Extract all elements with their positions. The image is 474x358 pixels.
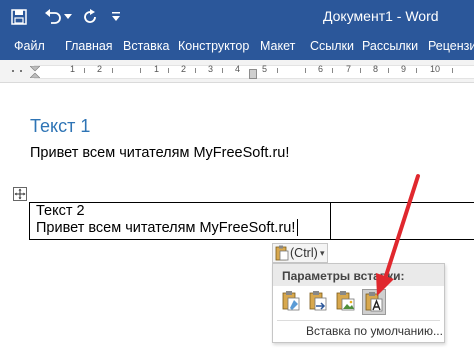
tab-file[interactable]: Файл [14,39,45,53]
merge-formatting-icon[interactable] [307,289,331,315]
ruler-number: 8 [373,64,379,74]
save-icon[interactable] [8,0,30,34]
ruler-number: 5 [262,64,268,74]
ruler-number: 1 [70,64,76,74]
chevron-down-icon: ▾ [320,248,325,258]
undo-dropdown-icon[interactable] [63,0,73,34]
horizontal-ruler[interactable]: 1 2 1 2 3 4 5 6 7 8 9 10 [0,60,474,83]
table-move-handle-icon[interactable] [13,187,27,201]
ruler-number: 7 [346,64,352,74]
paste-options-header-text: Параметры вставки: [282,269,405,283]
indent-marker-icon[interactable] [29,65,41,83]
tab-mailings[interactable]: Рассылки [362,39,418,53]
table-column-divider[interactable] [330,203,331,239]
ruler-number: 10 [430,64,441,74]
undo-icon[interactable] [42,0,64,34]
ruler-number: 6 [318,64,324,74]
tab-design[interactable]: Конструктор [178,39,249,53]
text-cursor [297,219,298,236]
ruler-number: 4 [235,64,241,74]
document-heading[interactable]: Текст 1 [30,116,90,137]
ruler-number: 2 [97,64,103,74]
paste-options-menu: Параметры вставки: Вставка по умолчанию.… [272,263,445,343]
tab-insert[interactable]: Вставка [123,39,169,53]
clipboard-icon [275,245,289,261]
document-paragraph[interactable]: Привет всем читателям MyFreeSoft.ru! [30,145,289,161]
tab-review[interactable]: Рецензи [428,39,474,53]
keep-text-only-icon[interactable] [362,289,386,315]
window-title: Документ1 - Word [323,8,439,24]
table-cell-text[interactable]: Привет всем читателям MyFreeSoft.ru! [36,220,295,236]
tab-layout[interactable]: Макет [260,39,295,53]
redo-icon[interactable] [80,0,100,34]
set-default-paste-link[interactable]: Вставка по умолчанию... [306,324,443,338]
paste-options-button[interactable]: (Ctrl) ▾ [272,243,328,263]
title-bar: Документ1 - Word [0,0,474,34]
tab-stop-marker-icon[interactable] [249,66,257,84]
ruler-number: 1 [154,64,160,74]
customize-quick-access-icon[interactable] [110,0,122,34]
ruler-number: 2 [181,64,187,74]
tab-references[interactable]: Ссылки [310,39,354,53]
tab-home[interactable]: Главная [65,39,113,53]
ruler-number: 3 [208,64,214,74]
table-cell-text[interactable]: Текст 2 [36,203,85,219]
menu-separator [277,320,440,321]
keep-source-formatting-icon[interactable] [280,289,304,315]
ruler-number: 9 [401,64,407,74]
paste-options-label: (Ctrl) [290,246,318,260]
ribbon-tabs: Файл Главная Вставка Конструктор Макет С… [0,34,474,60]
picture-icon[interactable] [334,289,358,315]
